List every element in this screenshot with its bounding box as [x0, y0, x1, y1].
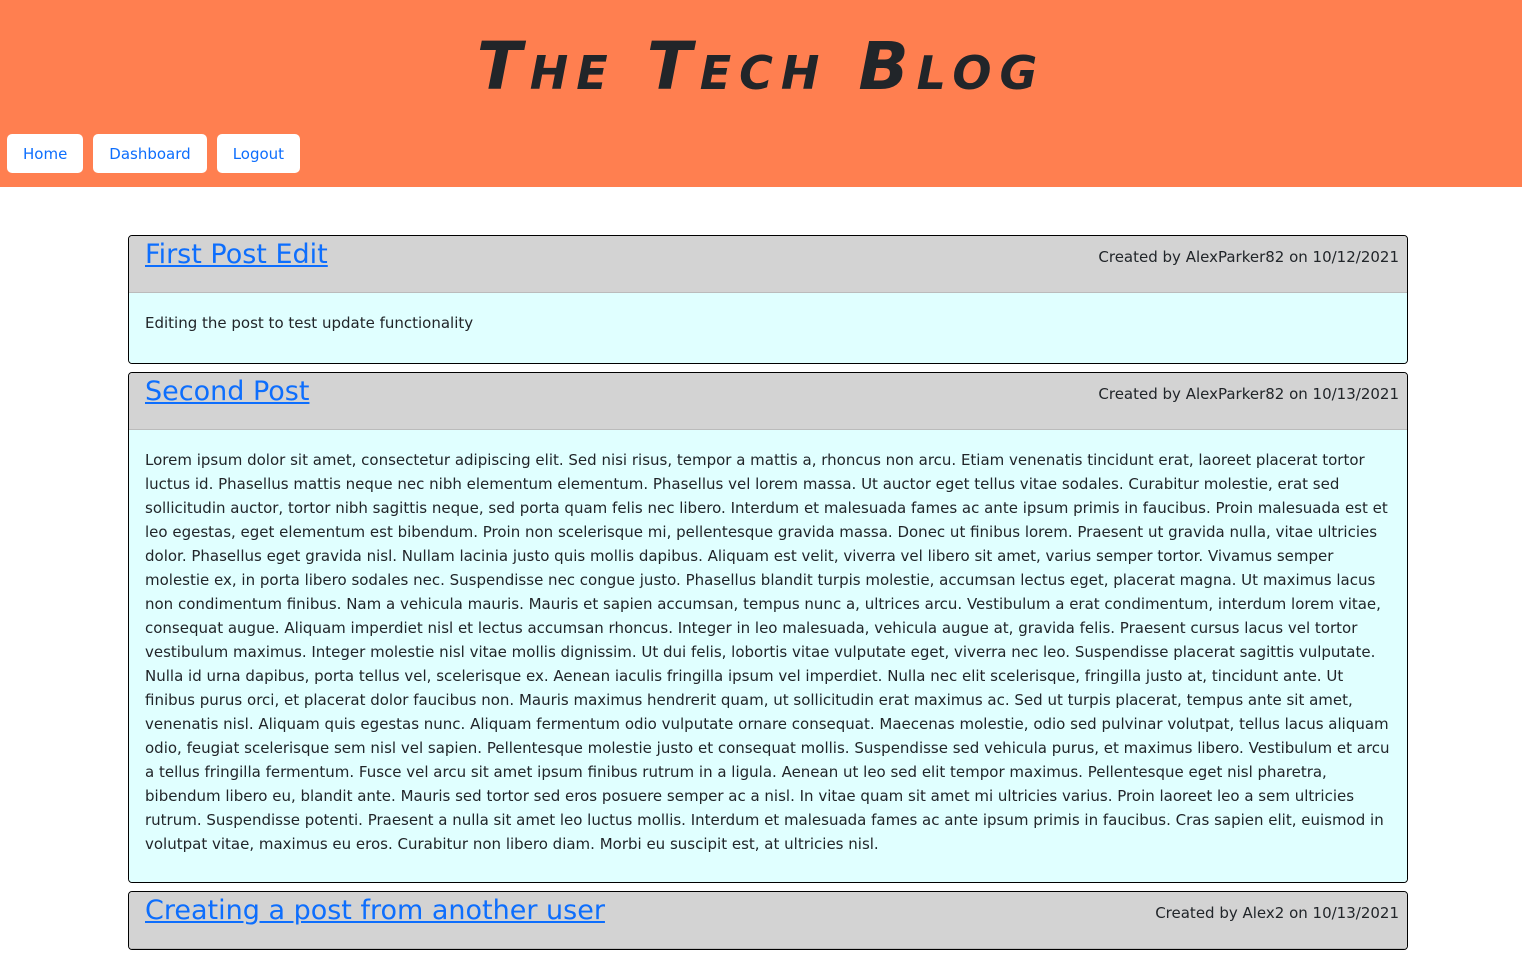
post-meta: Created by AlexParker82 on 10/12/2021	[1098, 248, 1399, 266]
site-title: The Tech Blog	[476, 28, 1046, 105]
post-list: First Post Edit Created by AlexParker82 …	[128, 235, 1408, 958]
nav-home-button[interactable]: Home	[7, 134, 84, 173]
site-header: The Tech Blog Home Dashboard Logout	[0, 0, 1522, 187]
post-card: First Post Edit Created by AlexParker82 …	[128, 235, 1408, 364]
post-title-link[interactable]: First Post Edit	[145, 239, 328, 270]
post-body-text: Editing the post to test update function…	[145, 314, 474, 332]
post-title-link[interactable]: Second Post	[145, 376, 309, 407]
post-body: Editing the post to test update function…	[129, 293, 1407, 363]
post-header: Creating a post from another user Create…	[129, 892, 1407, 949]
post-title-link[interactable]: Creating a post from another user	[145, 895, 605, 926]
nav-logout-button[interactable]: Logout	[216, 134, 301, 173]
post-meta: Created by Alex2 on 10/13/2021	[1155, 904, 1399, 922]
post-header: Second Post Created by AlexParker82 on 1…	[129, 373, 1407, 430]
post-card: Second Post Created by AlexParker82 on 1…	[128, 372, 1408, 883]
post-body: Lorem ipsum dolor sit amet, consectetur …	[129, 430, 1407, 882]
site-logo: The Tech Blog	[0, 22, 1522, 112]
main-nav: Home Dashboard Logout	[7, 134, 301, 173]
nav-dashboard-button[interactable]: Dashboard	[93, 134, 207, 173]
post-card: Creating a post from another user Create…	[128, 891, 1408, 950]
post-meta: Created by AlexParker82 on 10/13/2021	[1098, 385, 1399, 403]
post-header: First Post Edit Created by AlexParker82 …	[129, 236, 1407, 293]
post-body-text: Lorem ipsum dolor sit amet, consectetur …	[145, 451, 1390, 853]
